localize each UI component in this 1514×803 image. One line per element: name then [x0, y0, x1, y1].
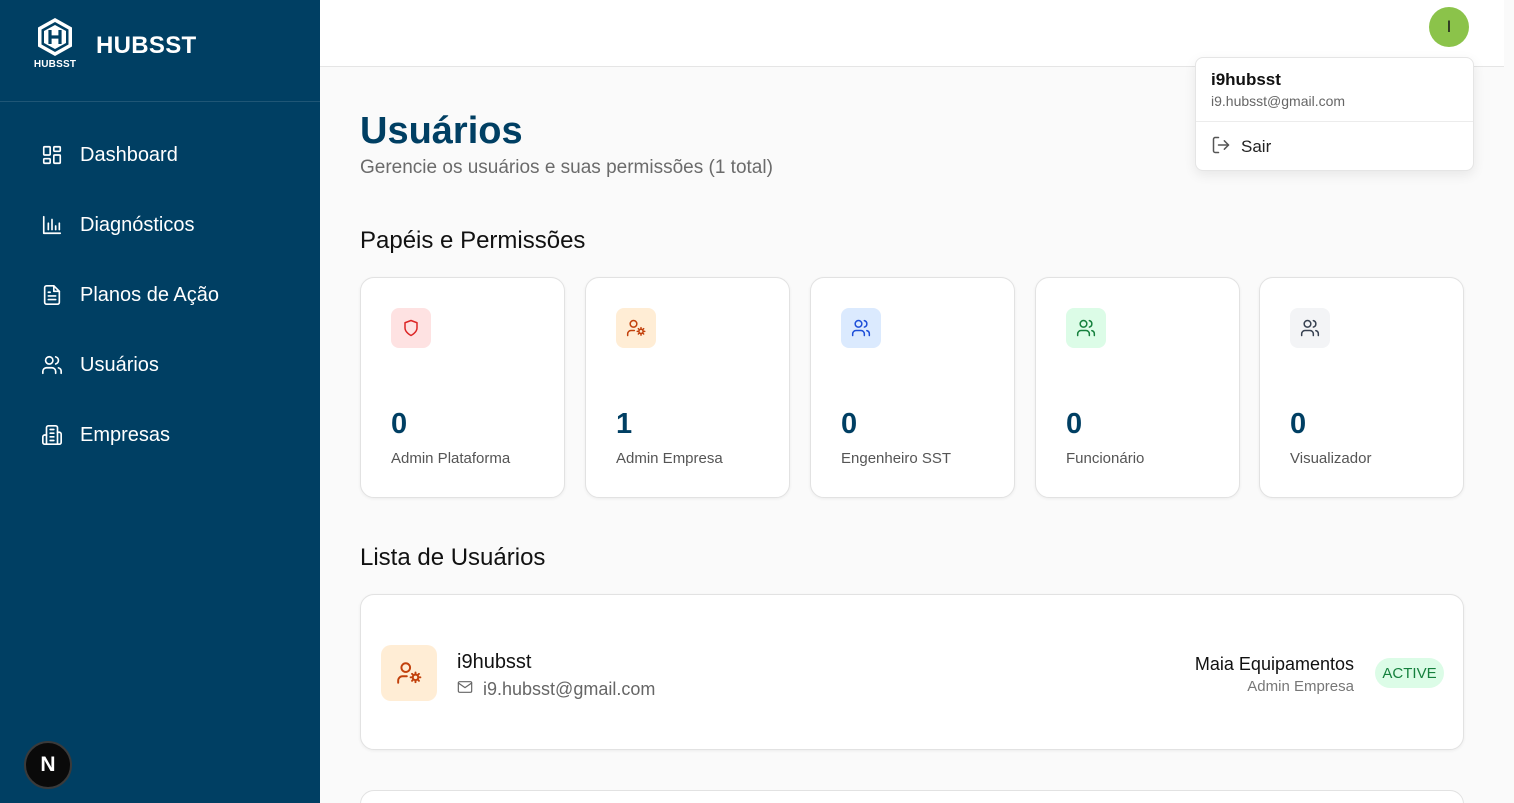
list-card-partial	[360, 790, 1464, 803]
role-label: Admin Plataforma	[391, 450, 511, 467]
user-menu-dropdown: i9hubsst i9.hubsst@gmail.com Sair	[1195, 57, 1474, 171]
role-label: Admin Empresa	[616, 450, 723, 467]
role-label: Visualizador	[1290, 450, 1372, 467]
logout-icon	[1211, 135, 1231, 160]
sidebar-item-label: Planos de Ação	[80, 283, 219, 306]
sidebar: HUBSST HUBSST Dashboard Diagnósticos Pla…	[0, 0, 320, 803]
sidebar-item-label: Dashboard	[80, 143, 178, 166]
page-subtitle: Gerencie os usuários e suas permissões (…	[360, 157, 773, 178]
users-list-title: Lista de Usuários	[360, 544, 546, 571]
user-email-row: i9.hubsst@gmail.com	[457, 679, 655, 700]
role-count: 0	[391, 408, 408, 440]
user-menu-name: i9hubsst	[1211, 70, 1281, 89]
page-title: Usuários	[360, 110, 523, 152]
brand-title: HUBSST	[96, 32, 197, 59]
role-count: 1	[616, 408, 633, 440]
role-card-engenheiro-sst[interactable]: 0 Engenheiro SST	[810, 277, 1015, 498]
user-cog-icon	[381, 645, 437, 701]
sidebar-item-label: Usuários	[80, 353, 159, 376]
sidebar-item-planos-de-acao[interactable]: Planos de Ação	[0, 260, 320, 330]
role-count: 0	[1290, 408, 1307, 440]
role-card-admin-plataforma[interactable]: 0 Admin Plataforma	[360, 277, 565, 498]
sidebar-item-label: Diagnósticos	[80, 213, 195, 236]
role-label: Engenheiro SST	[841, 450, 952, 467]
role-card-funcionario[interactable]: 0 Funcionário	[1035, 277, 1240, 498]
users-icon	[841, 308, 881, 348]
user-role: Admin Empresa	[1247, 678, 1354, 695]
logout-menu-item[interactable]: Sair	[1196, 122, 1473, 172]
role-count: 0	[1066, 408, 1083, 440]
bar-chart-icon	[40, 213, 64, 237]
users-icon	[1066, 308, 1106, 348]
sidebar-item-dashboard[interactable]: Dashboard	[0, 120, 320, 190]
dashboard-icon	[40, 143, 64, 167]
role-card-admin-empresa[interactable]: 1 Admin Empresa	[585, 277, 790, 498]
user-menu-email: i9.hubsst@gmail.com	[1211, 93, 1346, 109]
document-icon	[40, 283, 64, 307]
brand[interactable]: HUBSST HUBSST	[0, 0, 320, 102]
sidebar-nav: Dashboard Diagnósticos Planos de Ação Us…	[0, 102, 320, 470]
user-row[interactable]: i9hubsst i9.hubsst@gmail.com Maia Equipa…	[360, 594, 1464, 750]
user-avatar-button[interactable]: I	[1429, 7, 1469, 47]
hubsst-logo: HUBSST	[32, 16, 78, 72]
shield-icon	[391, 308, 431, 348]
sidebar-item-diagnosticos[interactable]: Diagnósticos	[0, 190, 320, 260]
sidebar-item-usuarios[interactable]: Usuários	[0, 330, 320, 400]
sidebar-item-label: Empresas	[80, 423, 171, 446]
users-icon	[1290, 308, 1330, 348]
user-name: i9hubsst	[457, 651, 532, 673]
mail-icon	[457, 679, 473, 700]
logout-label: Sair	[1241, 137, 1272, 156]
user-company: Maia Equipamentos	[1194, 654, 1354, 674]
user-cog-icon	[616, 308, 656, 348]
building-icon	[40, 423, 64, 447]
nextjs-dev-badge[interactable]: N	[24, 741, 72, 789]
role-card-visualizador[interactable]: 0 Visualizador	[1259, 277, 1464, 498]
roles-section-title: Papéis e Permissões	[360, 227, 586, 254]
users-icon	[40, 353, 64, 377]
role-label: Funcionário	[1066, 450, 1145, 467]
status-badge: ACTIVE	[1375, 658, 1444, 688]
sidebar-item-empresas[interactable]: Empresas	[0, 400, 320, 470]
logo-text: HUBSST	[33, 59, 77, 70]
user-menu-header: i9hubsst i9.hubsst@gmail.com	[1196, 58, 1473, 122]
user-email: i9.hubsst@gmail.com	[483, 679, 656, 699]
role-count: 0	[841, 408, 858, 440]
